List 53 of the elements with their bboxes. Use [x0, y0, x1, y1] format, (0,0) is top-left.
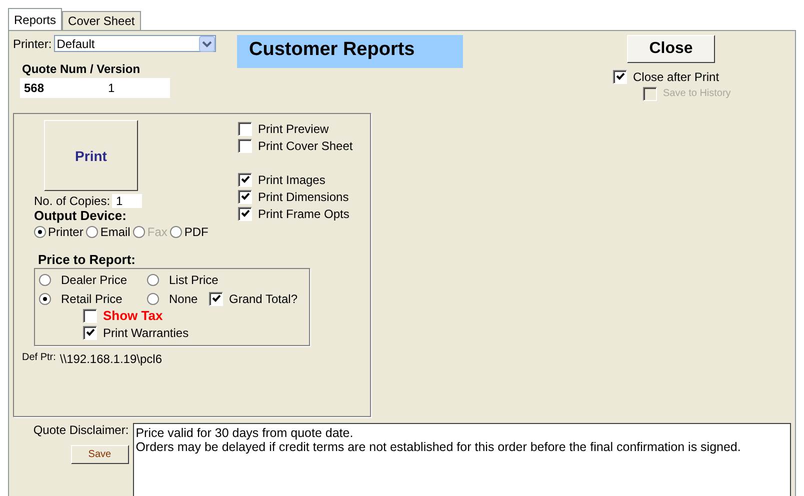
radio-button[interactable] [34, 226, 46, 238]
checkbox[interactable] [238, 172, 252, 186]
checkbox-label: Save to History [663, 88, 731, 99]
checkbox-label: Print Cover Sheet [258, 138, 353, 152]
radio-button[interactable] [147, 292, 159, 304]
output-device-label: Output Device: [34, 208, 128, 223]
checkbox-label: Print Images [258, 172, 326, 186]
radio-label: Printer [48, 224, 84, 238]
radio-label: Dealer Price [61, 272, 128, 286]
price-label: Price to Report: [38, 252, 137, 267]
print-button[interactable]: Print [44, 120, 138, 191]
disclaimer-text-area[interactable]: Price valid for 30 days from quote date. Orders may be delayed if credit terms are not established for this order before the final confirmation is signed. [132, 423, 791, 496]
checkbox[interactable] [238, 138, 252, 152]
checkbox[interactable] [209, 292, 223, 306]
radio-label: List Price [169, 272, 218, 286]
checkbox[interactable] [83, 308, 97, 322]
radio-button[interactable] [86, 226, 98, 238]
tab[interactable]: Cover Sheet [62, 11, 141, 30]
close-button[interactable]: Close [627, 35, 715, 63]
quote-number: 568 [24, 81, 46, 95]
save-button[interactable]: Save [70, 445, 129, 464]
radio-label: Fax [147, 224, 168, 238]
quote-num-label: Quote Num / Version [22, 62, 142, 76]
disclaimer-label: Quote Disclaimer: [33, 423, 129, 437]
radio-button[interactable] [39, 292, 51, 304]
copies-label: No. of Copies: [34, 194, 110, 208]
radio-label: PDF [184, 224, 208, 238]
checkbox-label: Print Frame Opts [258, 206, 350, 220]
radio-label: Retail Price [61, 292, 122, 306]
checkbox[interactable] [238, 122, 252, 136]
checkbox[interactable] [613, 70, 627, 84]
page-title: Customer Reports [237, 35, 463, 68]
printer-dropdown[interactable]: Default [54, 35, 216, 52]
radio-label: None [169, 292, 198, 306]
default-printer-path: \\192.168.1.19\pcl6 [60, 352, 162, 366]
radio-button[interactable] [147, 274, 159, 286]
checkbox-label: Show Tax [103, 308, 163, 323]
checkbox-label: Grand Total? [229, 292, 298, 306]
quote-version: 1 [108, 81, 115, 95]
checkbox-label: Close after Print [633, 70, 720, 84]
checkbox-label: Print Dimensions [258, 190, 349, 204]
printer-label: Printer: [13, 36, 52, 50]
radio-label: Email [100, 224, 130, 238]
copies-field[interactable]: 1 [112, 194, 142, 208]
checkbox-label: Print Warranties [103, 326, 189, 340]
radio-button[interactable] [39, 274, 51, 286]
checkbox[interactable] [238, 206, 252, 220]
default-printer-label: Def Ptr: [22, 352, 56, 365]
checkbox-label: Print Preview [258, 122, 329, 136]
checkbox[interactable] [238, 190, 252, 204]
checkbox[interactable] [83, 326, 97, 340]
tab[interactable]: Reports [8, 8, 62, 30]
radio-button[interactable] [170, 226, 182, 238]
